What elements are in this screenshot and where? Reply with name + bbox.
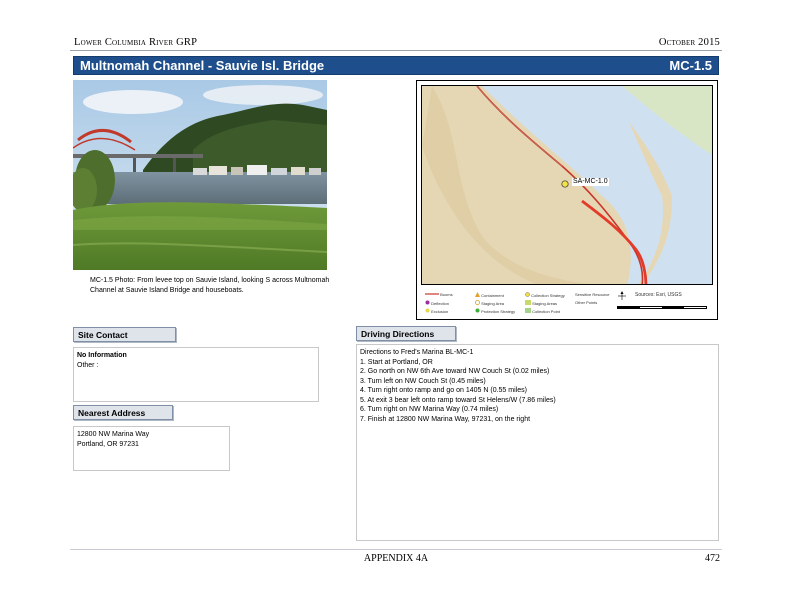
site-photo — [73, 80, 327, 270]
site-contact-name: No Information — [77, 352, 127, 359]
legend-item-containment: Containment — [481, 293, 504, 298]
driving-directions-label: Driving Directions — [356, 326, 456, 341]
footer-divider — [70, 549, 722, 550]
nearest-address-label: Nearest Address — [73, 405, 173, 420]
direction-line: 5. At exit 3 bear left onto ramp toward … — [360, 396, 556, 404]
legend-item-booms: Booms — [440, 292, 453, 297]
map-canvas[interactable]: SA-MC-1.0 — [421, 85, 713, 285]
page-number: 472 — [705, 553, 720, 564]
legend-item-collection-point: Collection Point — [532, 309, 560, 314]
map-legend: Booms Deflection Exclusion Containment S… — [421, 288, 713, 318]
legend-item-staging-areas: Staging Areas — [532, 301, 558, 306]
direction-line: Directions to Fred's Marina BL-MC-1 — [360, 349, 474, 356]
direction-line: 7. Finish at 12800 NW Marina Way, 97231,… — [360, 415, 531, 423]
photo-caption: MC-1.5 Photo: From levee top on Sauvie I… — [90, 277, 330, 294]
north-arrow-icon — [617, 291, 627, 302]
site-title-bar: Multnomah Channel - Sauvie Isl. Bridge M… — [73, 56, 719, 75]
driving-directions-box: Directions to Fred's Marina BL-MC-1 1. S… — [356, 344, 719, 541]
legend-item-staging-area: Staging Area — [481, 301, 505, 306]
map-image — [422, 86, 712, 284]
direction-line: 1. Start at Portland, OR — [360, 358, 433, 366]
map-source: Sources: Esri, USGS — [635, 292, 682, 298]
document-header-title: Lower Columbia River GRP — [74, 37, 198, 48]
header-divider — [70, 50, 722, 51]
document-header-date: October 2015 — [658, 37, 720, 48]
map-site-label: SA-MC-1.0 — [572, 178, 609, 186]
nearest-address-box: 12800 NW Marina Way Portland, OR 97231 — [73, 426, 230, 471]
direction-line: 2. Go north on NW 6th Ave toward NW Couc… — [360, 368, 550, 375]
site-map: SA-MC-1.0 Booms Deflection Exclusion Con… — [416, 80, 718, 320]
footer-appendix: APPENDIX 4A — [363, 553, 429, 564]
legend-item-exclusion: Exclusion — [431, 309, 449, 314]
legend-item-collection-strategy: Collection Strategy — [531, 293, 565, 298]
site-contact-box: No Information Other : — [73, 347, 319, 402]
scale-bar — [617, 306, 707, 309]
legend-item-other-points: Other Points — [575, 300, 598, 305]
address-line-2: Portland, OR 97231 — [77, 440, 139, 448]
legend-item-protection-strategy: Protection Strategy — [481, 309, 516, 314]
site-name: Multnomah Channel - Sauvie Isl. Bridge — [80, 58, 325, 73]
direction-line: 6. Turn right on NW Marina Way (0.74 mil… — [360, 406, 499, 413]
legend-item-sensitive-resource: Sensitive Resource — [575, 292, 610, 297]
site-contact-label: Site Contact — [73, 327, 176, 342]
site-photo-image — [73, 80, 327, 270]
legend-item-deflection: Deflection — [431, 301, 449, 306]
site-code: MC-1.5 — [669, 58, 712, 73]
direction-line: 4. Turn right onto ramp and go on 1405 N… — [360, 387, 527, 394]
site-contact-other: Other : — [77, 361, 99, 369]
direction-line: 3. Turn left on NW Couch St (0.45 miles) — [360, 377, 486, 385]
address-line-1: 12800 NW Marina Way — [77, 431, 150, 438]
